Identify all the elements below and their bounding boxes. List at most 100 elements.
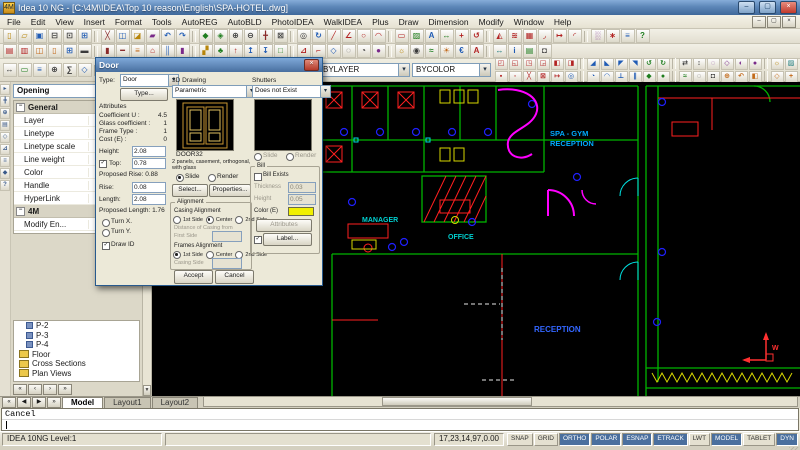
radio-1st-side[interactable]: 1st Side — [173, 216, 203, 224]
zoom-out-icon[interactable]: ⊖ — [244, 29, 258, 43]
draw-id-checkbox[interactable]: ✓ — [102, 242, 110, 250]
menu-edit[interactable]: Edit — [26, 16, 51, 28]
view-3d-icon[interactable]: ◇ — [327, 44, 341, 58]
railing-icon[interactable]: ║ — [161, 44, 175, 58]
settings-icon[interactable]: ◘ — [538, 44, 552, 58]
mdi-restore-button[interactable]: ▢ — [767, 16, 781, 28]
ucs-object-icon[interactable]: ◇ — [771, 71, 784, 83]
status-toggle-lwt[interactable]: LWT — [689, 433, 710, 446]
shade-icon[interactable]: ◔ — [357, 44, 371, 58]
status-toggle-snap[interactable]: SNAP — [507, 433, 533, 446]
section-icon[interactable]: ⊿ — [297, 44, 311, 58]
fillet-icon[interactable]: ◜ — [568, 29, 582, 43]
radio-center[interactable]: Center — [206, 216, 233, 224]
status-toggle-ortho[interactable]: ORTHO — [559, 433, 590, 446]
regen-icon[interactable]: ↻ — [312, 29, 326, 43]
view-top-icon[interactable]: ◰ — [495, 58, 508, 70]
menu-autobld[interactable]: AutoBLD — [223, 16, 267, 28]
double-wall-icon[interactable]: ▥ — [18, 44, 32, 58]
trim-icon[interactable]: ◞ — [538, 29, 552, 43]
menu-window[interactable]: Window — [509, 16, 549, 28]
tree-item-p-3[interactable]: P-3 — [14, 331, 139, 341]
label-tool-icon[interactable]: A — [470, 44, 484, 58]
scroll-down-icon[interactable]: ▼ — [143, 385, 151, 396]
zoom-extents-icon[interactable]: ◎ — [297, 29, 311, 43]
close-button[interactable]: × — [780, 1, 797, 14]
type-button[interactable]: Type... — [120, 88, 168, 101]
view-se-iso-icon[interactable]: ◣ — [601, 58, 614, 70]
status-toggle-tablet[interactable]: TABLET — [743, 433, 775, 446]
bill-exists-checkbox[interactable] — [254, 173, 262, 181]
zoom-tool-icon[interactable]: ⊕ — [0, 108, 10, 119]
menu-dimension[interactable]: Dimension — [423, 16, 473, 28]
view-nw-iso-icon[interactable]: ◥ — [629, 58, 642, 70]
orbit-3d-icon[interactable]: ↺ — [643, 58, 656, 70]
pan-icon[interactable]: ╋ — [259, 29, 273, 43]
circle-icon[interactable]: ○ — [357, 29, 371, 43]
snap-intersection-icon[interactable]: ╳ — [523, 71, 536, 83]
door-icon[interactable]: ▯ — [48, 44, 62, 58]
text-icon[interactable]: A — [425, 29, 439, 43]
door-type-combo[interactable]: Door — [120, 74, 179, 87]
print-preview-icon[interactable]: ⊡ — [63, 29, 77, 43]
accept-button[interactable]: Accept — [174, 270, 213, 284]
continuous-orbit-icon[interactable]: ↻ — [657, 58, 670, 70]
dimension-icon[interactable]: ↔ — [440, 29, 454, 43]
ucs-origin-icon[interactable]: + — [785, 71, 798, 83]
snap-endpoint-icon[interactable]: ▪ — [495, 71, 508, 83]
label-button[interactable]: Label... — [263, 233, 312, 246]
radio-1st-side[interactable]: 1st Side — [173, 251, 203, 259]
column-icon[interactable]: ▮ — [101, 44, 115, 58]
snap-nearest-icon[interactable]: ≈ — [679, 71, 692, 83]
lights-icon[interactable]: ☼ — [771, 58, 784, 70]
snap-none-icon[interactable]: ◌ — [693, 71, 706, 83]
sections-tool-icon[interactable]: ⊿ — [0, 144, 10, 155]
level-down-icon[interactable]: ↧ — [259, 44, 273, 58]
menu-walkidea[interactable]: WalkIDEA — [319, 16, 367, 28]
help-tool-icon[interactable]: ? — [0, 180, 10, 191]
extend-icon[interactable]: ↦ — [553, 29, 567, 43]
publish-icon[interactable]: ⊞ — [78, 29, 92, 43]
command-input[interactable] — [2, 420, 798, 430]
turn-y-radio[interactable] — [102, 229, 110, 237]
tab-layout1[interactable]: Layout1 — [104, 397, 150, 408]
menu-photoidea[interactable]: PhotoIDEA — [267, 16, 319, 28]
menu-insert[interactable]: Insert — [79, 16, 110, 28]
drawing3d-type-combo[interactable]: Parametric — [172, 85, 257, 98]
arc-icon[interactable]: ◠ — [372, 29, 386, 43]
array-icon[interactable]: ▦ — [523, 29, 537, 43]
layout-nav-button-2[interactable]: ▶ — [32, 397, 46, 408]
collapse-icon[interactable]: − — [16, 103, 25, 112]
menu-format[interactable]: Format — [110, 16, 147, 28]
polyline-icon[interactable]: ∠ — [342, 29, 356, 43]
linetype-combo[interactable]: BYCOLOR — [412, 63, 491, 77]
select-tool-icon[interactable]: ▸ — [0, 84, 10, 95]
tree-item-p-2[interactable]: P-2 — [14, 321, 139, 331]
open-file-icon[interactable]: ▱ — [18, 29, 32, 43]
height-input[interactable]: 2.08 — [132, 146, 166, 157]
save-icon[interactable]: ▣ — [33, 29, 47, 43]
length-input[interactable]: 2.08 — [132, 194, 166, 205]
slide-radio[interactable] — [176, 174, 184, 182]
coordinates-readout[interactable]: 17,23,14,97,0.00 — [434, 433, 504, 446]
copy-icon[interactable]: ◫ — [116, 29, 130, 43]
walkthrough-icon[interactable]: ≈ — [425, 44, 439, 58]
maximize-button[interactable]: ▢ — [759, 1, 776, 14]
explode-icon[interactable]: ∗ — [606, 29, 620, 43]
floor-plan-icon[interactable]: □ — [274, 44, 288, 58]
elevation-icon[interactable]: ⌐ — [312, 44, 326, 58]
move-icon[interactable]: + — [455, 29, 469, 43]
snap-node-icon[interactable]: ● — [657, 71, 670, 83]
tree-item-floor[interactable]: Floor — [14, 350, 139, 360]
distance-icon[interactable]: ↔ — [3, 63, 17, 77]
render-radio[interactable] — [208, 174, 216, 182]
new-file-icon[interactable]: ▯ — [3, 29, 17, 43]
menu-view[interactable]: View — [50, 16, 78, 28]
menu-draw[interactable]: Draw — [394, 16, 424, 28]
cancel-button[interactable]: Cancel — [215, 270, 254, 284]
measure-icon[interactable]: ↔ — [493, 44, 507, 58]
menu-file[interactable]: File — [2, 16, 26, 28]
tree-item-cross-sections[interactable]: Cross Sections — [14, 359, 139, 369]
hide-3d-icon[interactable]: ◌ — [707, 58, 720, 70]
snap-parallel-icon[interactable]: ∥ — [629, 71, 642, 83]
